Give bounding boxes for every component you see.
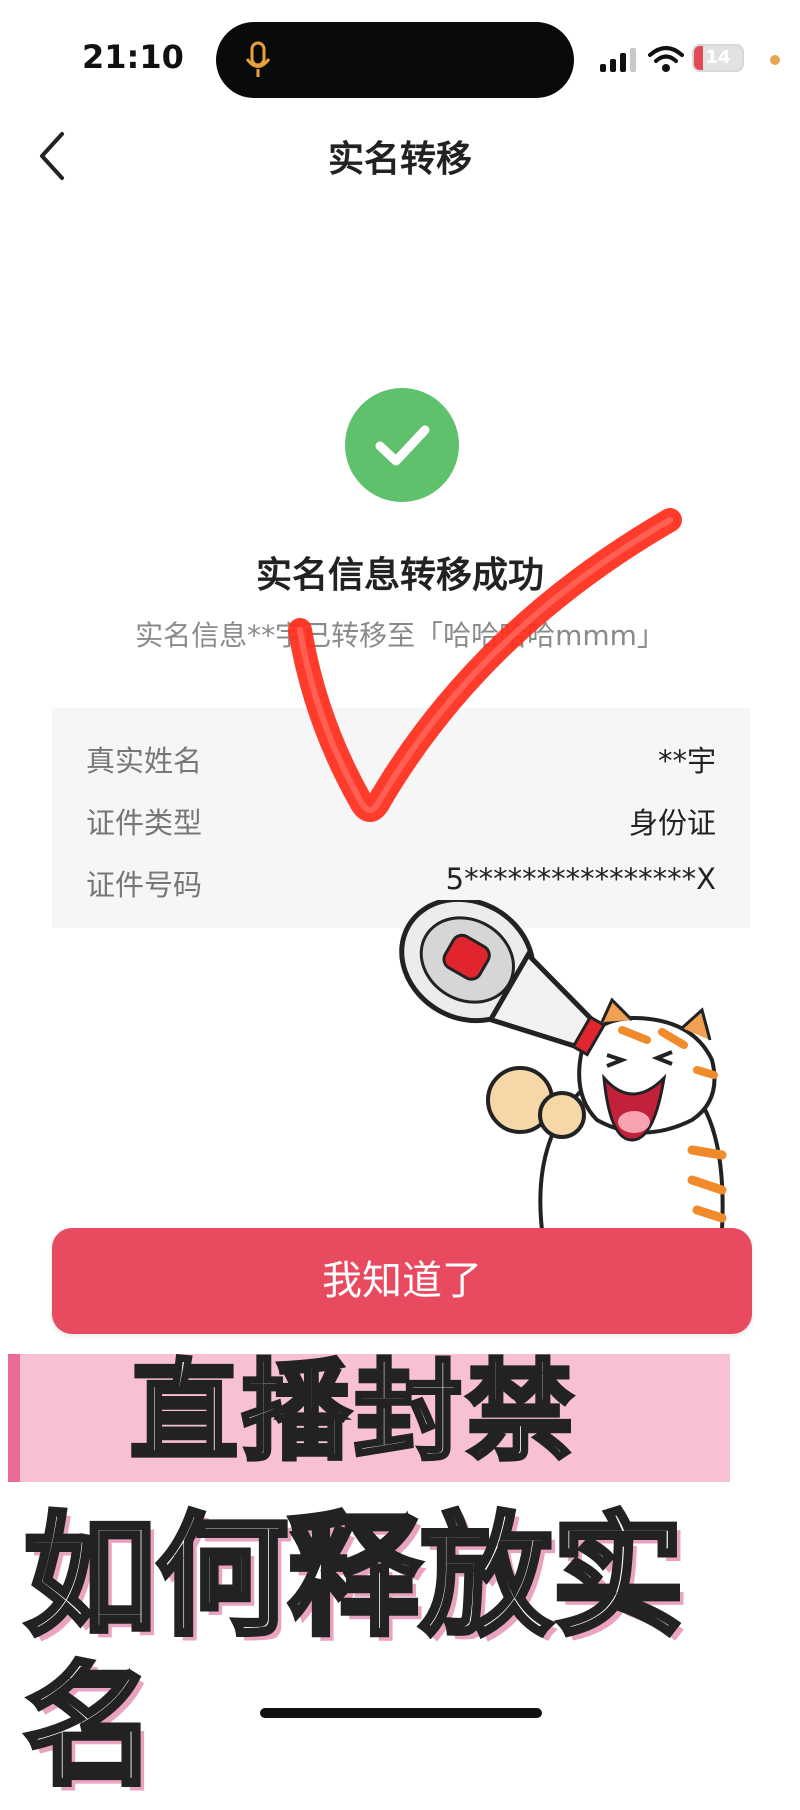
info-label: 真实姓名 (86, 744, 203, 778)
megaphone-tiger-sticker (399, 900, 727, 1230)
home-indicator[interactable] (260, 1708, 542, 1718)
status-time: 21:10 (82, 38, 184, 76)
overlay-title-line-2: 如何释放实名 (22, 1500, 687, 1805)
signal-icon (600, 48, 636, 72)
battery-level: 14 (705, 47, 731, 68)
info-label: 证件类型 (86, 806, 203, 840)
overlay-title-line-1: 直播封禁 (128, 1348, 579, 1477)
info-value: 5****************X (445, 862, 716, 896)
battery-icon: 14 (692, 44, 744, 72)
wifi-icon (648, 46, 684, 72)
red-check-mark (288, 508, 682, 822)
info-label: 证件号码 (86, 868, 203, 902)
info-row-id-number: 证件号码 5****************X (86, 862, 716, 902)
page-title: 实名转移 (327, 139, 472, 180)
microphone-icon (245, 41, 271, 77)
overlay-highlight-edge (8, 1354, 20, 1482)
privacy-dot (770, 55, 780, 65)
check-icon (375, 425, 430, 466)
acknowledge-button[interactable]: 我知道了 (52, 1228, 752, 1334)
success-badge (345, 388, 459, 502)
